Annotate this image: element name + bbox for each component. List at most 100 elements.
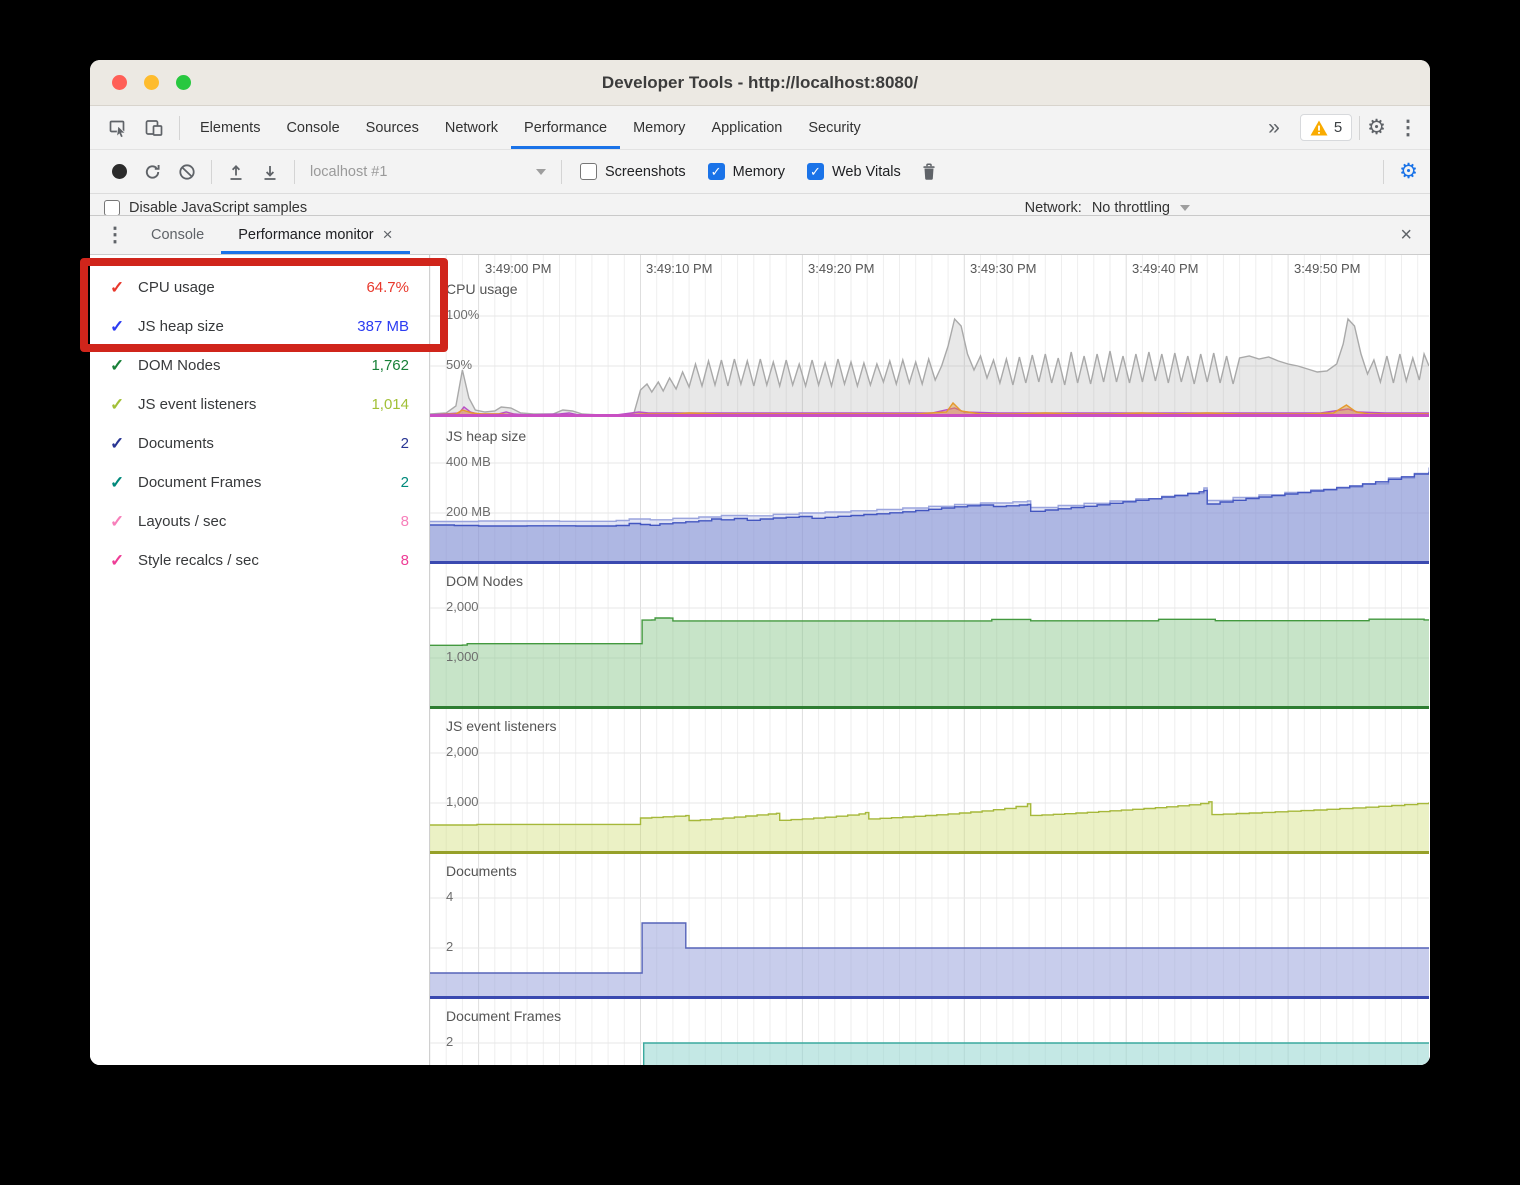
drawer-tabs: Console Performance monitor× (134, 216, 410, 254)
network-value: No throttling (1092, 200, 1170, 215)
metric-js-heap-size[interactable]: ✓JS heap size387 MB (90, 307, 429, 346)
metric-value: 64.7% (366, 279, 409, 296)
drawer-tab-performance-monitor[interactable]: Performance monitor× (221, 216, 409, 254)
checkbox-disable-js-samples[interactable] (104, 200, 120, 215)
divider (1383, 160, 1384, 184)
check-icon[interactable]: ✓ (110, 512, 138, 532)
metric-label: Document Frames (138, 474, 401, 491)
settings-gear-icon[interactable]: ⚙ (1367, 117, 1386, 138)
more-menu-icon[interactable]: ⋮ (1398, 118, 1418, 138)
divider (179, 116, 180, 140)
network-throttling-select[interactable]: Network: No throttling (1025, 200, 1418, 215)
profile-selector-value: localhost #1 (310, 164, 387, 180)
performance-toolbar: localhost #1 Screenshots✓Memory✓Web Vita… (90, 150, 1430, 194)
y-axis-label: 2 (446, 939, 453, 954)
time-axis-label: 3:49:40 PM (1132, 261, 1199, 276)
toolbar-right: ⚙ (1376, 160, 1418, 184)
checkbox-group-screenshots: Screenshots (580, 163, 686, 180)
save-profile-icon[interactable] (253, 156, 287, 188)
tab-network[interactable]: Network (432, 106, 511, 149)
chart-title: JS heap size (446, 428, 526, 444)
metric-layouts-sec[interactable]: ✓Layouts / sec8 (90, 502, 429, 541)
main-tabs: ElementsConsoleSourcesNetworkPerformance… (187, 106, 874, 149)
traffic-lights (112, 60, 191, 105)
charts-area: 3:49:00 PM3:49:10 PM3:49:20 PM3:49:30 PM… (430, 255, 1430, 1065)
main-tab-bar: ElementsConsoleSourcesNetworkPerformance… (90, 106, 1430, 150)
clear-icon[interactable] (170, 156, 204, 188)
devtools-window: Developer Tools - http://localhost:8080/… (90, 60, 1430, 1065)
trash-icon[interactable] (912, 156, 946, 188)
check-icon[interactable]: ✓ (110, 551, 138, 571)
metric-value: 2 (401, 474, 409, 491)
chart-title: JS event listeners (446, 718, 557, 734)
y-axis-label: 1,000 (446, 794, 479, 809)
device-toolbar-icon[interactable] (136, 111, 172, 145)
check-icon[interactable]: ✓ (110, 434, 138, 454)
time-axis-label: 3:49:00 PM (485, 261, 552, 276)
tab-application[interactable]: Application (698, 106, 795, 149)
tab-performance[interactable]: Performance (511, 106, 620, 149)
drawer-tab-label: Console (151, 227, 204, 243)
toolbar-checkboxes: Screenshots✓Memory✓Web Vitals (569, 163, 912, 180)
metrics-sidebar: ✓CPU usage64.7%✓JS heap size387 MB✓DOM N… (90, 255, 430, 1065)
time-axis-label: 3:49:50 PM (1294, 261, 1361, 276)
check-icon[interactable]: ✓ (110, 356, 138, 376)
drawer-tab-bar: ⋮ Console Performance monitor× × (90, 215, 1430, 255)
chevron-down-icon (1180, 205, 1190, 211)
drawer-tab-console[interactable]: Console (134, 216, 221, 254)
y-axis-label: 100% (446, 307, 479, 322)
checkbox-screenshots[interactable] (580, 163, 597, 180)
check-icon[interactable]: ✓ (110, 395, 138, 415)
drawer-menu-icon[interactable]: ⋮ (102, 225, 128, 245)
capture-settings-gear-icon[interactable]: ⚙ (1399, 161, 1418, 182)
load-profile-icon[interactable] (219, 156, 253, 188)
time-axis-label: 3:49:30 PM (970, 261, 1037, 276)
y-axis-label: 2,000 (446, 599, 479, 614)
checkbox-web-vitals[interactable]: ✓ (807, 163, 824, 180)
issues-warning-badge[interactable]: 5 (1300, 114, 1352, 141)
tab-security[interactable]: Security (795, 106, 873, 149)
reload-and-record-icon[interactable] (136, 156, 170, 188)
metric-label: DOM Nodes (138, 357, 371, 374)
warning-triangle-icon (1310, 119, 1328, 137)
inspect-cursor-icon[interactable] (100, 111, 136, 145)
zoom-window-button[interactable] (176, 75, 191, 90)
y-axis-label: 50% (446, 357, 472, 372)
more-tabs-icon[interactable]: » (1268, 116, 1278, 140)
tab-memory[interactable]: Memory (620, 106, 698, 149)
close-window-button[interactable] (112, 75, 127, 90)
metric-dom-nodes[interactable]: ✓DOM Nodes1,762 (90, 346, 429, 385)
chart-document-frames: Document Frames2 (430, 1000, 1430, 1065)
tab-console[interactable]: Console (273, 106, 352, 149)
record-button[interactable] (102, 156, 136, 188)
tab-sources[interactable]: Sources (353, 106, 432, 149)
chart-title: DOM Nodes (446, 573, 523, 589)
profile-selector[interactable]: localhost #1 (302, 164, 554, 180)
close-drawer-icon[interactable]: × (1400, 224, 1430, 247)
metric-js-event-listeners[interactable]: ✓JS event listeners1,014 (90, 385, 429, 424)
divider (211, 160, 212, 184)
check-icon[interactable]: ✓ (110, 473, 138, 493)
tab-elements[interactable]: Elements (187, 106, 273, 149)
check-icon[interactable]: ✓ (110, 317, 138, 337)
close-tab-icon[interactable]: × (383, 225, 393, 245)
metric-cpu-usage[interactable]: ✓CPU usage64.7% (90, 268, 429, 307)
chevron-down-icon (536, 169, 546, 175)
checkbox-memory[interactable]: ✓ (708, 163, 725, 180)
checkbox-group-memory: ✓Memory (708, 163, 785, 180)
chart-title: Documents (446, 863, 517, 879)
minimize-window-button[interactable] (144, 75, 159, 90)
y-axis-label: 1,000 (446, 649, 479, 664)
metric-document-frames[interactable]: ✓Document Frames2 (90, 463, 429, 502)
chart-title: CPU usage (446, 281, 518, 297)
chart-documents: Documents42 (430, 855, 1430, 1000)
metric-style-recalcs-sec[interactable]: ✓Style recalcs / sec8 (90, 541, 429, 580)
check-icon[interactable]: ✓ (110, 278, 138, 298)
divider (1359, 116, 1360, 140)
window-title: Developer Tools - http://localhost:8080/ (602, 73, 918, 93)
metric-documents[interactable]: ✓Documents2 (90, 424, 429, 463)
clipped-subtoolbar: Disable JavaScript samples Network: No t… (90, 194, 1430, 215)
metric-label: Style recalcs / sec (138, 552, 401, 569)
tab-bar-right: » 5 ⚙ ⋮ (1268, 106, 1430, 149)
chart-dom-nodes: DOM Nodes 2,000 1,000 (430, 565, 1430, 710)
